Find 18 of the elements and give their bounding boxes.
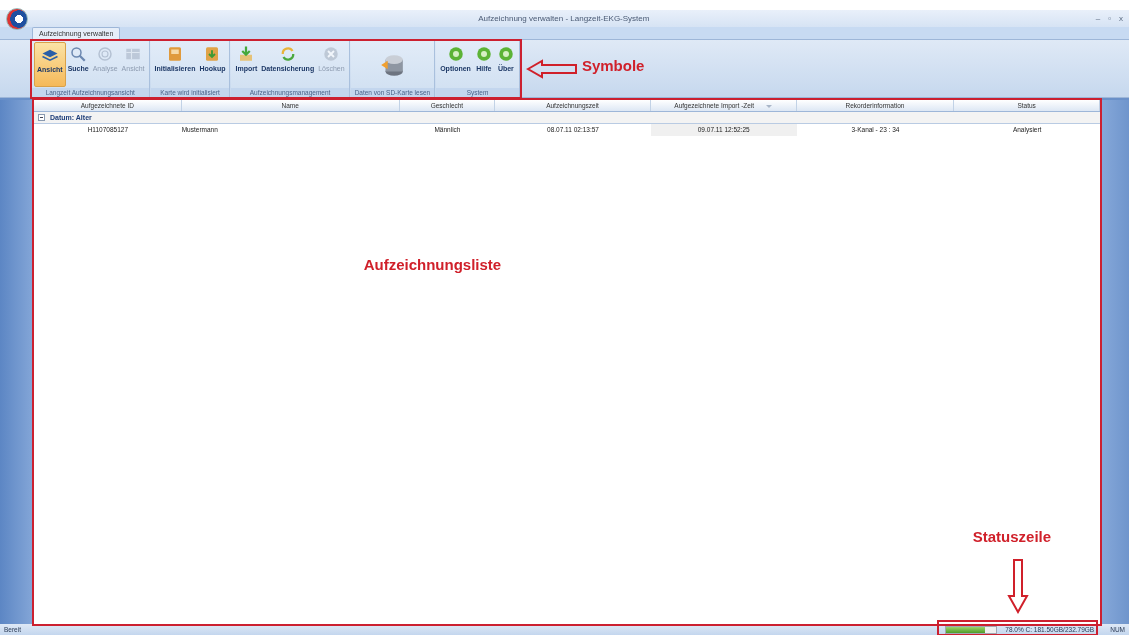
collapse-toggle-icon[interactable] — [38, 114, 45, 121]
magnifier-icon — [69, 45, 88, 63]
annotation-label: Aufzeichnungsliste — [363, 256, 502, 274]
circle-icon — [474, 45, 493, 63]
down-arrow-icon — [1006, 557, 1029, 614]
signal-icon — [96, 45, 115, 63]
window-control[interactable]: x — [1117, 14, 1125, 23]
left-arrow-icon — [525, 59, 578, 79]
book-icon — [166, 45, 184, 63]
circle-icon — [496, 45, 515, 63]
circle-icon — [446, 45, 465, 63]
app-logo-icon — [6, 8, 28, 30]
annotation-label: Symbole — [581, 57, 645, 74]
window-control[interactable]: ▫ — [1106, 14, 1113, 23]
window-title: Aufzeichnung verwalten - Langzeit-EKG-System — [477, 14, 651, 23]
window-control[interactable]: – — [1093, 14, 1103, 23]
close-icon — [322, 45, 341, 63]
annotation-label: Statuszeile — [972, 527, 1052, 545]
